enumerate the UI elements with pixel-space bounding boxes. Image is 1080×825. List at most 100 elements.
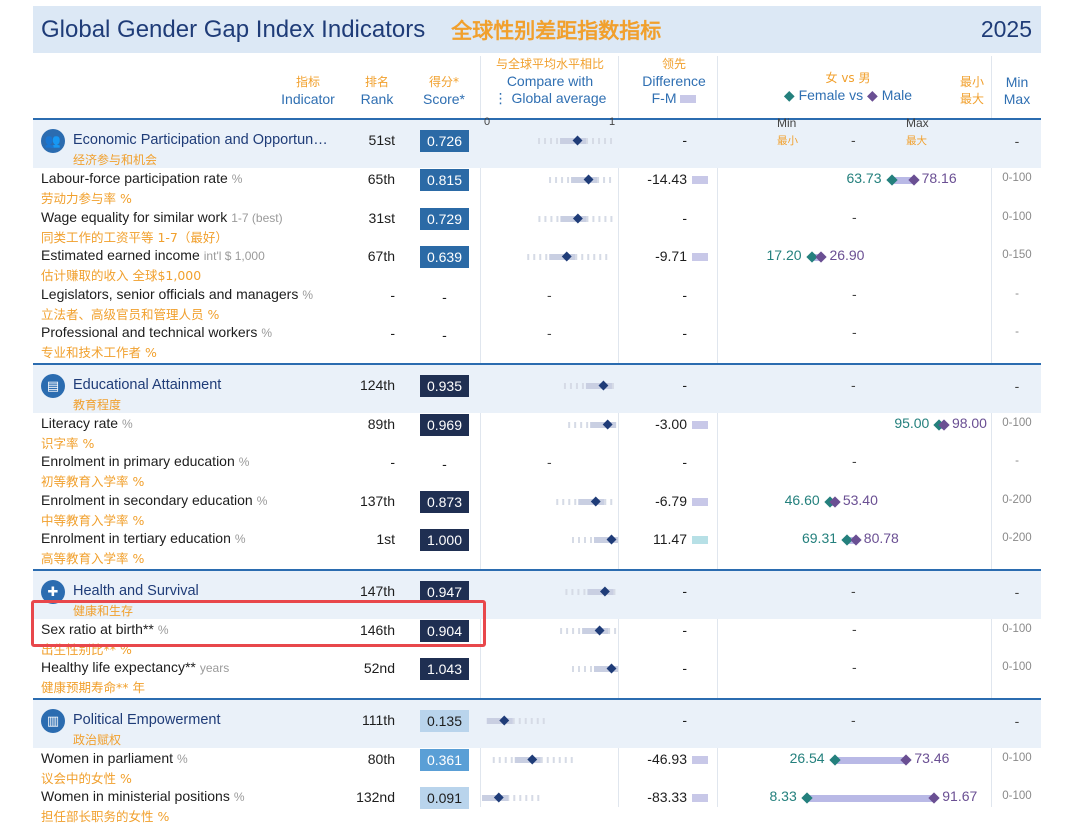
indicator-rank: 80th bbox=[367, 750, 395, 767]
gauge-tick bbox=[568, 498, 571, 505]
gauge-tick bbox=[590, 537, 592, 543]
indicator-row: Literacy rate% 识字率 % 89th 0.969 -3.00 95.00 98… bbox=[33, 413, 1041, 451]
gauge-tick bbox=[584, 537, 586, 543]
gauge-tick bbox=[498, 756, 501, 763]
gauge-tick bbox=[539, 254, 542, 260]
female-vs-male-cell: 95.00 98.00 bbox=[719, 415, 991, 436]
gauge-tick bbox=[525, 795, 528, 801]
score-header: 得分* Score* bbox=[422, 75, 466, 107]
indicator-unit: years bbox=[199, 661, 230, 675]
indicator-minmax: 0-150 bbox=[1002, 249, 1032, 261]
indicator-difference: -3.00 bbox=[655, 415, 687, 432]
gauge-tick bbox=[561, 177, 564, 183]
section-title: Political Empowerment bbox=[73, 711, 221, 728]
gauge-band bbox=[560, 215, 587, 222]
section-score: 0.935 bbox=[420, 374, 469, 397]
indicator-label: Legislators, senior officials and manage… bbox=[41, 286, 313, 302]
indicator-label: Labour-force participation rate% bbox=[41, 170, 242, 186]
indicator-minmax: 0-100 bbox=[1002, 661, 1032, 673]
gauge-tick bbox=[544, 215, 547, 222]
female-vs-male-cell: - bbox=[719, 620, 991, 642]
global-average-gauge bbox=[482, 247, 618, 267]
gap-bar bbox=[806, 795, 935, 802]
indicator-row: Healthy life expectancy** years 健康预期寿命** 年… bbox=[33, 657, 1041, 695]
gauge-tick bbox=[536, 717, 539, 724]
gauge-tick bbox=[558, 756, 561, 763]
indicator-rank: - bbox=[390, 325, 395, 341]
female-vs-male-cell: - bbox=[719, 659, 991, 680]
indicator-rank: 137th bbox=[359, 492, 395, 509]
max-label: Max bbox=[906, 116, 929, 130]
section-minmax: - bbox=[1014, 712, 1020, 729]
indicator-unit: % bbox=[234, 532, 246, 546]
indicator-difference: - bbox=[682, 209, 687, 226]
female-value: 63.73 bbox=[846, 170, 882, 186]
indicator-difference: 11.47 bbox=[653, 531, 687, 547]
indicator-unit: int'l $ 1,000 bbox=[203, 249, 265, 263]
indicator-unit: % bbox=[231, 172, 243, 186]
female-vs-male-cell: 8.33 91.67 bbox=[719, 788, 991, 809]
gauge-tick bbox=[605, 254, 608, 260]
gauge-band bbox=[571, 177, 598, 183]
gauge-tick bbox=[577, 588, 580, 595]
indicator-name: Enrolment in primary education bbox=[41, 453, 235, 469]
indicator-rank: 132nd bbox=[356, 789, 395, 805]
gauge-tick bbox=[550, 138, 553, 144]
gauge-empty: - bbox=[547, 286, 552, 303]
report-year: 2025 bbox=[980, 16, 1032, 42]
female-vs-male-empty: - bbox=[852, 620, 857, 637]
male-value: 80.78 bbox=[863, 530, 899, 546]
indicator-name: Women in ministerial positions bbox=[41, 788, 230, 804]
indicator-minmax: 0-200 bbox=[1002, 493, 1032, 506]
indicator-unit: % bbox=[233, 790, 245, 804]
indicator-label: Wage equality for similar work 1-7 (best) bbox=[41, 209, 283, 225]
female-vs-male-cell: 46.60 53.40 bbox=[719, 492, 991, 513]
global-average-gauge bbox=[482, 788, 618, 808]
indicator-rank: - bbox=[390, 286, 395, 303]
gauge-tick bbox=[611, 382, 614, 389]
section-minmax: - bbox=[1014, 133, 1020, 149]
gauge-tick bbox=[570, 756, 573, 763]
section-difference: - bbox=[682, 711, 687, 728]
gauge-tick bbox=[603, 177, 606, 183]
section-minmax: - bbox=[1014, 377, 1020, 394]
max-label-cn: 最大 bbox=[906, 135, 927, 147]
gauge-tick bbox=[586, 138, 589, 144]
difference-bar bbox=[692, 420, 708, 429]
female-vs-male-cell: 17.20 26.90 bbox=[719, 247, 991, 268]
gauge-tick bbox=[609, 177, 612, 183]
indicator-row: Women in parliament% 议会中的女性 % 80th 0.361 -46… bbox=[33, 748, 1041, 786]
female-vs-male-cell: 69.31 80.78 bbox=[719, 530, 991, 551]
gauge-svg bbox=[560, 625, 617, 635]
min-label-cn: 最小 bbox=[777, 135, 798, 147]
gauge-band bbox=[549, 254, 576, 260]
indicator-label-cn: 识字率 % bbox=[41, 435, 95, 451]
indicator-minmax: - bbox=[1015, 326, 1019, 338]
indicator-label: Enrolment in tertiary education% bbox=[41, 530, 246, 546]
gauge-tick bbox=[545, 254, 548, 260]
gauge-svg bbox=[572, 534, 620, 545]
gauge-tick bbox=[587, 254, 590, 260]
female-vs-male-cell: 63.73 78.16 bbox=[719, 170, 991, 191]
gauge-band bbox=[560, 138, 587, 144]
gauge-tick bbox=[599, 254, 602, 260]
indicator-minmax: 0-100 bbox=[1002, 210, 1032, 223]
indicator-minmax: 0-100 bbox=[1002, 622, 1032, 635]
gauge-tick bbox=[580, 421, 583, 428]
gauge-tick bbox=[598, 138, 601, 144]
page-title: Global Gender Gap Index Indicators bbox=[41, 15, 426, 43]
section-title: Health and Survival bbox=[73, 582, 199, 599]
global-average-gauge bbox=[482, 209, 618, 229]
indicator-label-cn: 同类工作的工资平等 1-7（最好） bbox=[41, 229, 228, 245]
gauge-tick bbox=[592, 138, 595, 144]
gauge-tick bbox=[604, 215, 607, 222]
section-header: 👥 Economic Participation and Opportun… 经济参… bbox=[33, 116, 1041, 168]
gauge-tick bbox=[569, 382, 572, 389]
indicator-label-cn: 担任部长职务的女性 % bbox=[41, 809, 170, 824]
section-header: ▤ Educational Attainment 教育程度 124th 0.935 - - - bbox=[33, 362, 1041, 413]
gauge-tick bbox=[492, 756, 495, 763]
indicator-label-cn: 专业和技术工作者 % bbox=[41, 345, 157, 360]
gauge-tick bbox=[544, 138, 547, 144]
section-minmax: - bbox=[1014, 583, 1020, 600]
gauge-tick bbox=[581, 254, 584, 260]
